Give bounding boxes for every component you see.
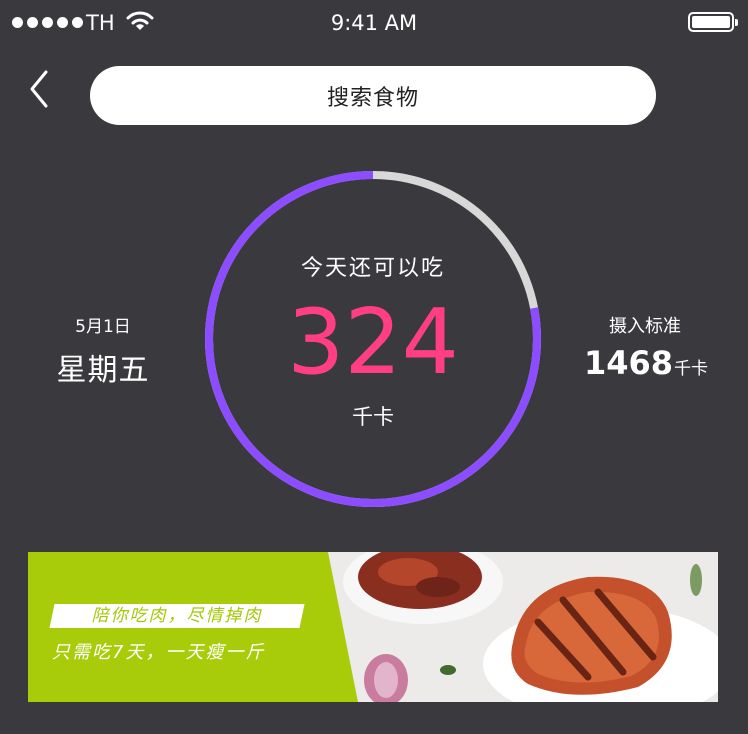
intake-standard-value: 1468千卡 [576,344,716,382]
remaining-calories: 324 [287,290,459,395]
banner-tagline-pill: 陪你吃肉，尽情掉肉 [49,604,305,628]
date-label: 5月1日 [75,317,131,337]
remaining-unit: 千卡 [352,405,394,429]
search-food-label: 搜索食物 [326,85,419,111]
chevron-left-icon [30,70,48,108]
search-food-button[interactable]: 搜索食物 [90,66,656,125]
back-button[interactable] [24,66,64,114]
weekday-label: 星期五 [56,353,150,388]
status-time: 9:41 AM [330,11,418,35]
intake-standard-label: 摄入标准 [609,316,681,337]
intake-standard-number: 1468 [583,344,674,382]
banner-subtitle: 只需吃7天，一天瘦一斤 [52,642,266,663]
battery-icon [688,12,738,32]
intake-standard-unit: 千卡 [674,359,709,379]
remaining-label: 今天还可以吃 [300,256,445,281]
banner-tagline: 陪你吃肉，尽情掉肉 [91,606,263,626]
status-bar: TH 9:41 AM [0,0,748,48]
